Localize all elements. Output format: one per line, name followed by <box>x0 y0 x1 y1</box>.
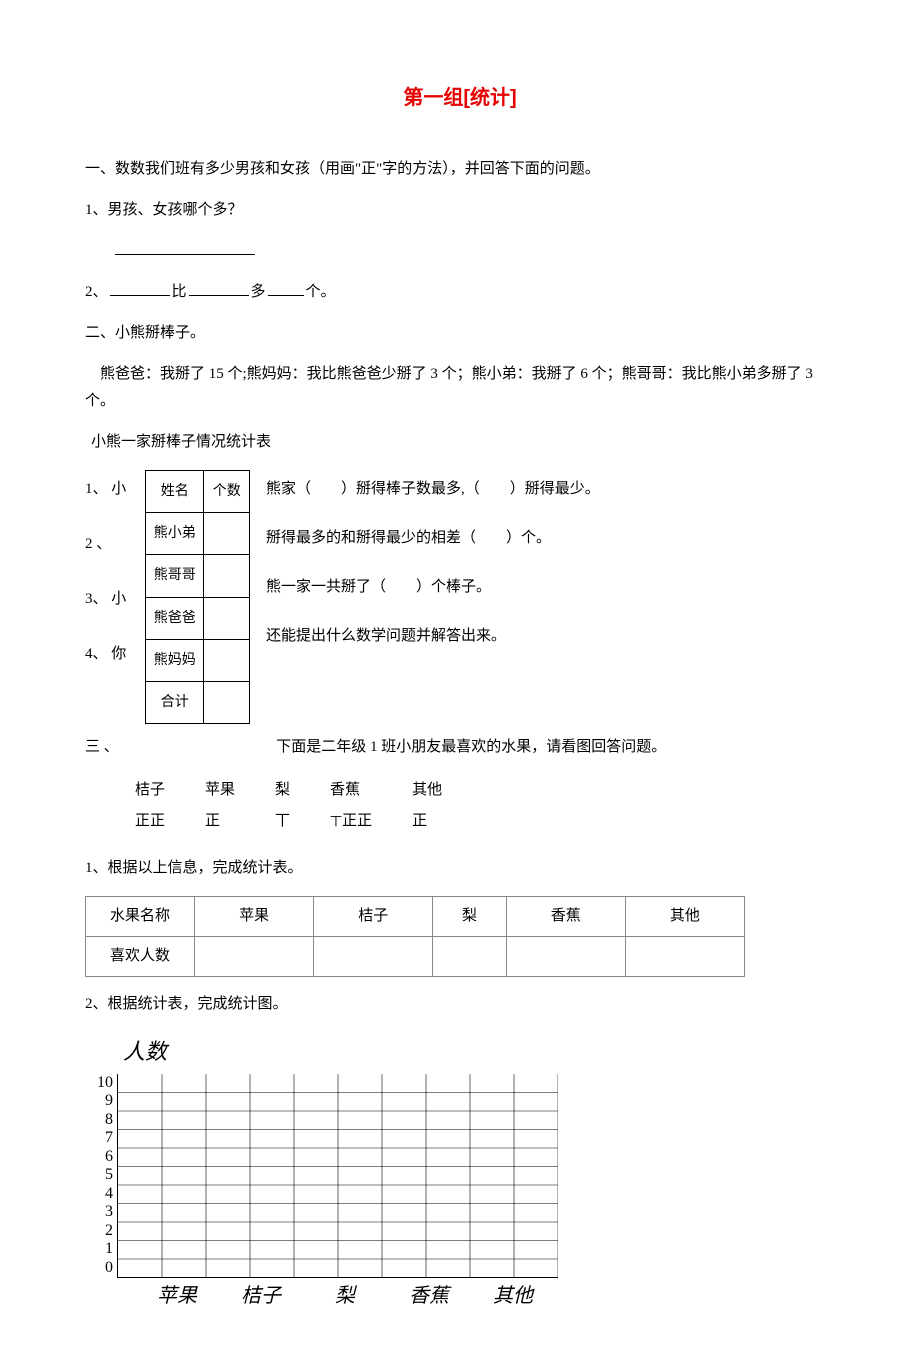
section1-heading: 一、数数我们班有多少男孩和女孩（用画"正"字的方法），并回答下面的问题。 <box>85 156 835 183</box>
tally-extra: 丅 <box>330 814 342 828</box>
num-4: 4、 你 <box>85 641 145 668</box>
right-line-2: 熊一家一共掰了（ ）个棒子。 <box>266 574 835 601</box>
q1-2-blank3[interactable] <box>268 295 304 296</box>
stat-cell-1[interactable] <box>314 937 433 977</box>
section3-prefix: 三 、 <box>85 739 119 755</box>
stat-h1: 苹果 <box>195 897 314 937</box>
ytick-10: 10 <box>97 1074 113 1093</box>
q1-2-suffix: 个。 <box>306 284 336 300</box>
ytick-0: 0 <box>97 1259 113 1278</box>
ytick-5: 5 <box>97 1166 113 1185</box>
section2-nums: 1、 小 2 、 3、 小 4、 你 <box>85 470 145 668</box>
section2-story: 熊爸爸：我掰了 15 个;熊妈妈：我比熊爸爸少掰了 3 个；熊小弟：我掰了 6 … <box>85 361 835 415</box>
bear-th-name: 姓名 <box>146 471 204 513</box>
stat-h4: 香蕉 <box>506 897 625 937</box>
stat-cell-2[interactable] <box>433 937 506 977</box>
tally-m0: 正正 <box>115 806 185 837</box>
bear-row-2: 熊爸爸 <box>146 597 204 639</box>
stat-cell-0[interactable] <box>195 937 314 977</box>
tally-h1: 苹果 <box>185 775 255 806</box>
section3-heading: 下面是二年级 1 班小朋友最喜欢的水果，请看图回答问题。 <box>276 739 666 755</box>
chart-yticks: 0 1 2 3 4 5 6 7 8 9 10 <box>97 1074 117 1278</box>
ytick-1: 1 <box>97 1240 113 1259</box>
bear-cell-2[interactable] <box>204 597 250 639</box>
tally-h0: 桔子 <box>115 775 185 806</box>
bear-row-3: 熊妈妈 <box>146 639 204 681</box>
num-3: 3、 小 <box>85 586 145 613</box>
bear-cell-1[interactable] <box>204 555 250 597</box>
tally-m1: 正 <box>185 806 255 837</box>
xlabel-4: 其他 <box>471 1278 555 1314</box>
bear-row-0: 熊小弟 <box>146 513 204 555</box>
ytick-7: 7 <box>97 1129 113 1148</box>
chart: 人数 0 1 2 3 4 5 6 7 8 9 10 <box>97 1032 835 1314</box>
ytick-4: 4 <box>97 1185 113 1204</box>
right-line-1: 掰得最多的和掰得最少的相差（ ）个。 <box>266 525 835 552</box>
stat-cell-3[interactable] <box>506 937 625 977</box>
q1-2-mid2: 多 <box>251 284 266 300</box>
xlabel-3: 香蕉 <box>387 1278 471 1314</box>
q1-2-blank1[interactable] <box>110 295 170 296</box>
chart-ylabel: 人数 <box>123 1032 835 1072</box>
ytick-6: 6 <box>97 1148 113 1167</box>
bear-th-count: 个数 <box>204 471 250 513</box>
tally-m3: 正正 <box>342 813 372 829</box>
num-2: 2 、 <box>85 531 145 558</box>
tally-m2: 丅 <box>255 806 310 837</box>
q1-2-mid1: 比 <box>172 284 187 300</box>
section3-q2: 2、根据统计表，完成统计图。 <box>85 991 835 1018</box>
stat-h2: 桔子 <box>314 897 433 937</box>
bear-table: 姓名 个数 熊小弟 熊哥哥 熊爸爸 熊妈妈 合计 <box>145 470 250 724</box>
q1-1-blank[interactable] <box>115 254 255 255</box>
bear-row-1: 熊哥哥 <box>146 555 204 597</box>
ytick-2: 2 <box>97 1222 113 1241</box>
q1-2-prefix: 2、 <box>85 284 108 300</box>
page-title: 第一组[统计] <box>85 80 835 116</box>
tally-h4: 其他 <box>392 775 462 806</box>
tally-table: 桔子 苹果 梨 香蕉 其他 正正 正 丅 丅正正 正 <box>115 775 462 837</box>
xlabel-2: 梨 <box>303 1278 387 1314</box>
bear-cell-0[interactable] <box>204 513 250 555</box>
tally-h3: 香蕉 <box>310 775 392 806</box>
bear-cell-4[interactable] <box>204 681 250 723</box>
chart-xlabels: 苹果 桔子 梨 香蕉 其他 <box>135 1278 835 1314</box>
right-line-0: 熊家（ ）掰得棒子数最多,（ ）掰得最少。 <box>266 476 835 503</box>
q1-2: 2、 比 多 个。 <box>85 279 835 306</box>
ytick-9: 9 <box>97 1092 113 1111</box>
bear-row-4: 合计 <box>146 681 204 723</box>
q1-1: 1、男孩、女孩哪个多？ <box>85 197 835 224</box>
tally-h2: 梨 <box>255 775 310 806</box>
section3-q1: 1、根据以上信息，完成统计表。 <box>85 855 835 882</box>
stat-h5: 其他 <box>625 897 744 937</box>
bear-cell-3[interactable] <box>204 639 250 681</box>
section2-right: 熊家（ ）掰得棒子数最多,（ ）掰得最少。 掰得最多的和掰得最少的相差（ ）个。… <box>250 470 835 650</box>
stat-cell-4[interactable] <box>625 937 744 977</box>
num-1: 1、 小 <box>85 476 145 503</box>
stat-h0: 水果名称 <box>86 897 195 937</box>
q1-2-blank2[interactable] <box>189 295 249 296</box>
ytick-8: 8 <box>97 1111 113 1130</box>
right-line-3: 还能提出什么数学问题并解答出来。 <box>266 623 835 650</box>
tally-m4: 正 <box>392 806 462 837</box>
stat-row-label: 喜欢人数 <box>86 937 195 977</box>
stat-table: 水果名称 苹果 桔子 梨 香蕉 其他 喜欢人数 <box>85 896 745 977</box>
section2-caption: 小熊一家掰棒子情况统计表 <box>91 429 835 456</box>
chart-grid <box>117 1074 558 1279</box>
xlabel-0: 苹果 <box>135 1278 219 1314</box>
ytick-3: 3 <box>97 1203 113 1222</box>
xlabel-1: 桔子 <box>219 1278 303 1314</box>
section2-heading: 二、小熊掰棒子。 <box>85 320 835 347</box>
stat-h3: 梨 <box>433 897 506 937</box>
